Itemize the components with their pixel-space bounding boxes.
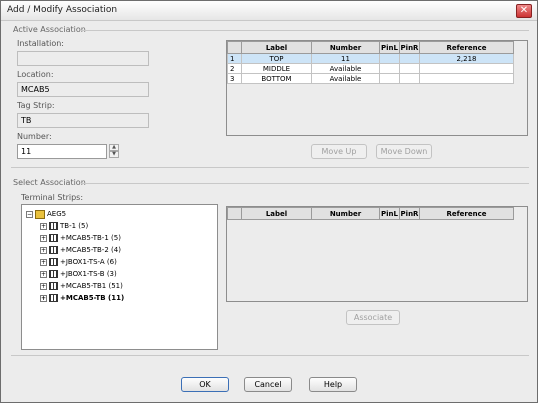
tag-strip-field: TB xyxy=(17,113,149,128)
cell-number[interactable]: 11 xyxy=(311,53,380,64)
tree-item[interactable]: + +MCAB5-TB1 (51) xyxy=(40,281,123,291)
col-header-label[interactable]: Label xyxy=(241,41,312,54)
terminal-strip-icon xyxy=(49,246,58,254)
collapse-icon[interactable]: − xyxy=(26,210,33,218)
col-header-number[interactable]: Number xyxy=(311,207,380,220)
expand-icon[interactable]: + xyxy=(40,270,47,278)
tree-item[interactable]: + +MCAB5-TB-2 (4) xyxy=(40,245,121,255)
ok-button[interactable]: OK xyxy=(181,377,229,392)
select-association-table: Label Number PinL PinR Reference xyxy=(227,207,514,220)
row-number: 2 xyxy=(227,63,242,74)
col-header-pinr[interactable]: PinR xyxy=(399,41,420,54)
number-label: Number: xyxy=(17,132,52,141)
expand-icon[interactable]: + xyxy=(40,282,47,290)
cell-reference[interactable]: 2,218 xyxy=(419,53,514,64)
terminal-strips-label: Terminal Strips: xyxy=(21,193,84,202)
cell-number[interactable]: Available xyxy=(311,63,380,74)
grid-corner xyxy=(227,207,242,220)
table-row[interactable]: 3 BOTTOM Available xyxy=(227,73,514,84)
window-title: Add / Modify Association xyxy=(7,5,118,15)
select-association-label: Select Association xyxy=(13,178,86,187)
active-association-divider xyxy=(81,30,529,31)
select-association-grid[interactable]: Label Number PinL PinR Reference xyxy=(226,206,528,302)
row-number: 1 xyxy=(227,53,242,64)
location-label: Location: xyxy=(17,70,54,79)
footer-divider xyxy=(11,355,529,356)
cell-pinl[interactable] xyxy=(379,63,400,74)
tree-item[interactable]: + +MCAB5-TB (11) xyxy=(40,293,124,303)
col-header-pinl[interactable]: PinL xyxy=(379,41,400,54)
help-button[interactable]: Help xyxy=(309,377,357,392)
move-down-button[interactable]: Move Down xyxy=(376,144,432,159)
installation-field xyxy=(17,51,149,66)
table-row[interactable]: 2 MIDDLE Available xyxy=(227,63,514,74)
col-header-reference[interactable]: Reference xyxy=(419,207,514,220)
cancel-button[interactable]: Cancel xyxy=(244,377,292,392)
installation-label: Installation: xyxy=(17,39,65,48)
expand-icon[interactable]: + xyxy=(40,222,47,230)
terminal-strip-icon xyxy=(49,258,58,266)
tree-root-item[interactable]: − AEG5 xyxy=(26,209,66,219)
spin-up-icon[interactable]: ▲ xyxy=(109,144,119,151)
expand-icon[interactable]: + xyxy=(40,246,47,254)
location-field: MCAB5 xyxy=(17,82,149,97)
title-bar[interactable]: Add / Modify Association ✕ xyxy=(1,1,537,21)
terminal-strip-icon xyxy=(49,282,58,290)
cell-pinr[interactable] xyxy=(399,63,420,74)
cell-pinr[interactable] xyxy=(399,73,420,84)
col-header-pinl[interactable]: PinL xyxy=(379,207,400,220)
table-row[interactable]: 1 TOP 11 2,218 xyxy=(227,53,514,64)
number-input[interactable]: 11 xyxy=(17,144,107,159)
active-association-label: Active Association xyxy=(13,25,86,34)
expand-icon[interactable]: + xyxy=(40,294,47,302)
terminal-strips-tree[interactable]: − AEG5 + TB-1 (5) + +MCAB5-TB-1 (5) + +MCAB5… xyxy=(21,204,218,350)
close-button[interactable]: ✕ xyxy=(516,4,532,18)
terminal-strip-icon xyxy=(49,222,58,230)
number-spinner[interactable]: ▲ ▼ xyxy=(109,144,119,159)
associate-button[interactable]: Associate xyxy=(346,310,400,325)
section-divider xyxy=(11,167,529,168)
tree-item[interactable]: + TB-1 (5) xyxy=(40,221,88,231)
tree-item[interactable]: + +JBOX1-TS-A (6) xyxy=(40,257,117,267)
cell-label[interactable]: MIDDLE xyxy=(241,63,312,74)
cell-label[interactable]: BOTTOM xyxy=(241,73,312,84)
root-icon xyxy=(35,209,45,219)
cell-pinl[interactable] xyxy=(379,73,400,84)
terminal-strip-icon xyxy=(49,294,58,302)
col-header-label[interactable]: Label xyxy=(241,207,312,220)
row-number: 3 xyxy=(227,73,242,84)
col-header-pinr[interactable]: PinR xyxy=(399,207,420,220)
terminal-strip-icon xyxy=(49,234,58,242)
select-association-divider xyxy=(81,183,529,184)
cell-pinr[interactable] xyxy=(399,53,420,64)
col-header-number[interactable]: Number xyxy=(311,41,380,54)
terminal-strip-icon xyxy=(49,270,58,278)
cell-label[interactable]: TOP xyxy=(241,53,312,64)
active-association-table: Label Number PinL PinR Reference 1 TOP 1… xyxy=(227,41,514,84)
expand-icon[interactable]: + xyxy=(40,258,47,266)
spin-down-icon[interactable]: ▼ xyxy=(109,151,119,158)
dialog-window: Add / Modify Association ✕ Active Associ… xyxy=(0,0,538,403)
active-association-grid[interactable]: Label Number PinL PinR Reference 1 TOP 1… xyxy=(226,40,528,136)
close-icon: ✕ xyxy=(519,5,529,16)
tag-strip-label: Tag Strip: xyxy=(17,101,55,110)
tree-item[interactable]: + +JBOX1-TS-B (3) xyxy=(40,269,117,279)
grid-corner xyxy=(227,41,242,54)
move-up-button[interactable]: Move Up xyxy=(311,144,367,159)
tree-item[interactable]: + +MCAB5-TB-1 (5) xyxy=(40,233,121,243)
cell-number[interactable]: Available xyxy=(311,73,380,84)
expand-icon[interactable]: + xyxy=(40,234,47,242)
cell-reference[interactable] xyxy=(419,73,514,84)
cell-pinl[interactable] xyxy=(379,53,400,64)
col-header-reference[interactable]: Reference xyxy=(419,41,514,54)
cell-reference[interactable] xyxy=(419,63,514,74)
